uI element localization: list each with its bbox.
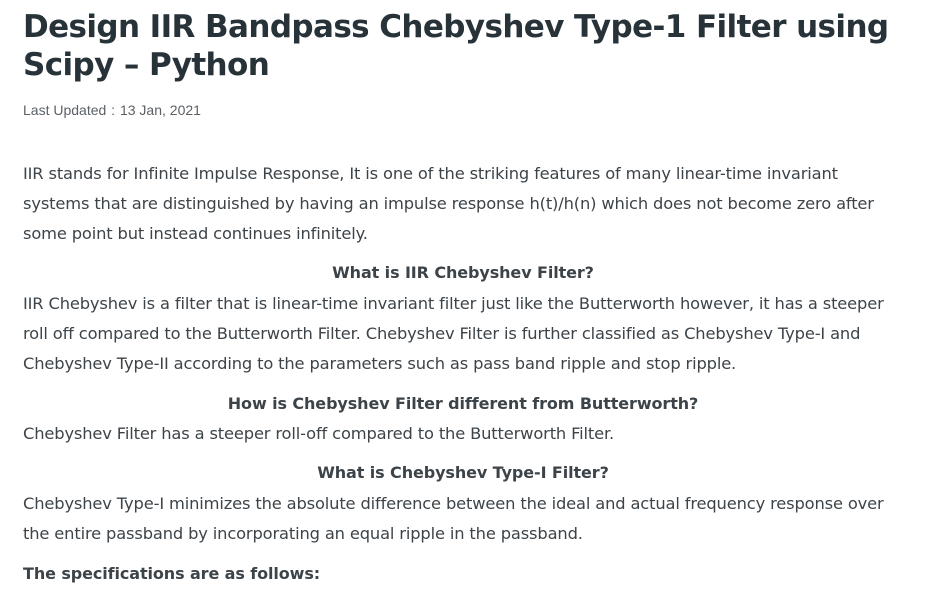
section-heading-difference: How is Chebyshev Filter different from B…: [227, 394, 699, 413]
section-heading-iir-chebyshev: What is IIR Chebyshev Filter?: [332, 263, 594, 282]
section-body-iir-chebyshev: IIR Chebyshev is a filter that is linear…: [23, 294, 884, 373]
last-updated-separator: :: [107, 102, 119, 118]
article: Design IIR Bandpass Chebyshev Type-1 Fil…: [23, 0, 903, 583]
last-updated-date: 13 Jan, 2021: [119, 102, 201, 118]
section-body-type-1: Chebyshev Type-I minimizes the absolute …: [23, 494, 884, 543]
specifications-heading: The specifications are as follows:: [23, 564, 321, 583]
section-heading-type-1: What is Chebyshev Type-I Filter?: [317, 463, 609, 482]
section-body-difference: Chebyshev Filter has a steeper roll-off …: [23, 424, 615, 443]
last-updated: Last Updated : 13 Jan, 2021: [23, 101, 903, 119]
intro-paragraph: IIR stands for Infinite Impulse Response…: [23, 164, 874, 243]
article-title: Design IIR Bandpass Chebyshev Type-1 Fil…: [23, 9, 889, 83]
last-updated-label: Last Updated: [23, 102, 107, 118]
